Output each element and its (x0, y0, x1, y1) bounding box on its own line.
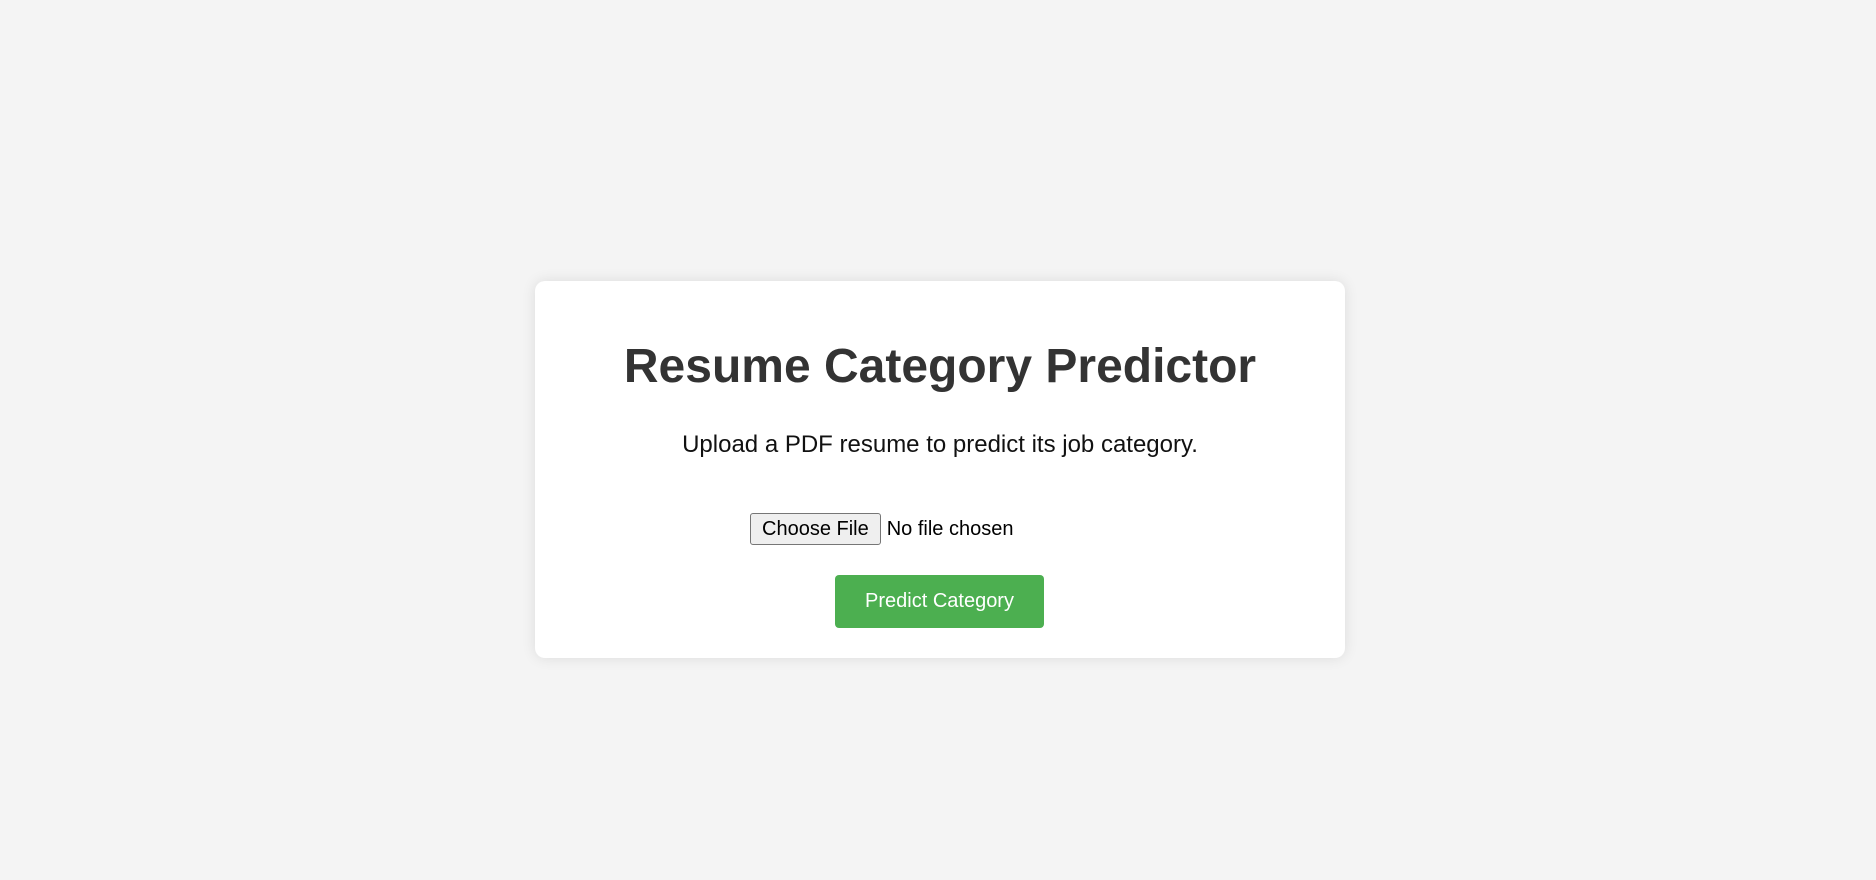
page-title: Resume Category Predictor (623, 340, 1257, 393)
predictor-card: Resume Category Predictor Upload a PDF r… (535, 281, 1345, 658)
predict-category-button[interactable]: Predict Category (835, 575, 1044, 628)
file-status-text: No file chosen (886, 517, 1014, 540)
choose-file-button[interactable]: Choose File (750, 513, 881, 545)
page-subtitle: Upload a PDF resume to predict its job c… (682, 431, 1198, 458)
file-upload-field[interactable]: Choose File No file chosen (750, 513, 1013, 545)
